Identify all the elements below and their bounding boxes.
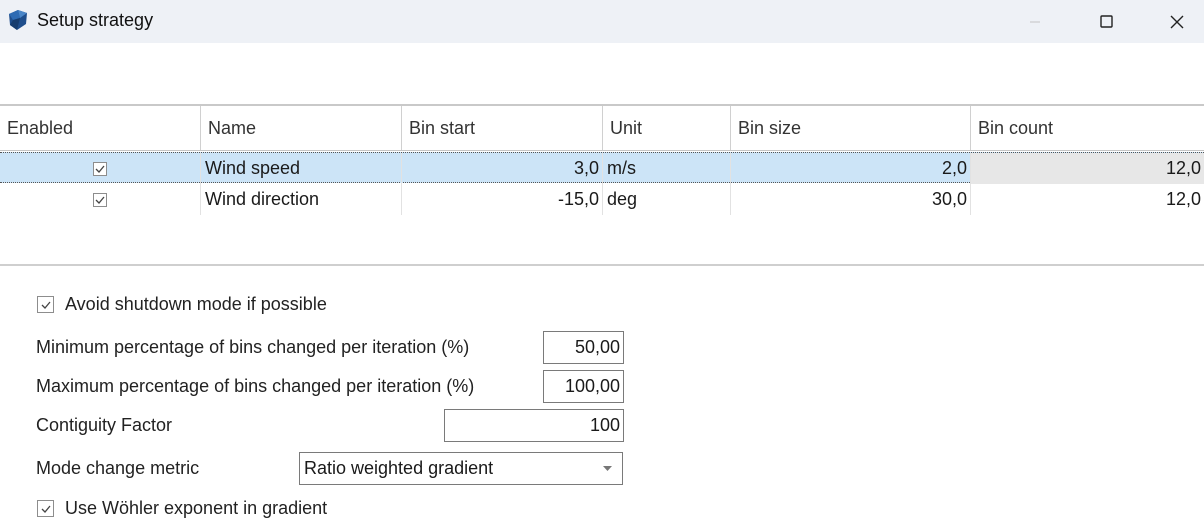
- grid-header: Enabled Name Bin start Unit Bin size Bin…: [0, 106, 1204, 151]
- use-wohler-label: Use Wöhler exponent in gradient: [65, 498, 328, 518]
- column-header-enabled[interactable]: Enabled: [0, 106, 201, 150]
- use-wohler-option[interactable]: Use Wöhler exponent in gradient: [37, 498, 327, 519]
- enabled-cell[interactable]: [0, 153, 201, 184]
- bin-start-cell[interactable]: -15,0: [402, 184, 603, 215]
- checkmark-icon: [95, 165, 105, 173]
- column-header-name[interactable]: Name: [201, 106, 402, 150]
- bins-grid: Enabled Name Bin start Unit Bin size Bin…: [0, 104, 1204, 266]
- column-header-unit[interactable]: Unit: [603, 106, 731, 150]
- title-bar: Setup strategy: [0, 0, 1204, 43]
- unit-cell[interactable]: m/s: [603, 153, 731, 184]
- min-pct-label: Minimum percentage of bins changed per i…: [36, 337, 470, 357]
- maximize-button[interactable]: [1071, 0, 1141, 43]
- checkmark-icon: [41, 301, 50, 309]
- enabled-checkbox[interactable]: [93, 192, 107, 207]
- contiguity-input[interactable]: 100: [444, 409, 624, 442]
- avoid-shutdown-checkbox[interactable]: [37, 296, 54, 313]
- checkmark-icon: [95, 196, 105, 204]
- bin-start-cell[interactable]: 3,0: [402, 153, 603, 184]
- minimize-icon: [1030, 21, 1040, 22]
- enabled-cell[interactable]: [0, 184, 201, 215]
- column-header-bin-start[interactable]: Bin start: [402, 106, 603, 150]
- close-button[interactable]: [1142, 0, 1204, 43]
- mode-metric-select[interactable]: Ratio weighted gradient: [299, 452, 623, 485]
- mode-metric-value: Ratio weighted gradient: [304, 458, 494, 478]
- name-cell[interactable]: Wind speed: [201, 153, 402, 184]
- table-row[interactable]: Wind direction -15,0 deg 30,0 12,0: [0, 184, 1204, 215]
- bin-count-cell: 12,0: [971, 153, 1204, 184]
- bin-size-cell[interactable]: 30,0: [731, 184, 971, 215]
- unit-cell[interactable]: deg: [603, 184, 731, 215]
- enabled-checkbox[interactable]: [93, 161, 107, 176]
- name-cell[interactable]: Wind direction: [201, 184, 402, 215]
- checkmark-icon: [41, 505, 50, 513]
- max-pct-label: Maximum percentage of bins changed per i…: [36, 376, 475, 396]
- avoid-shutdown-label: Avoid shutdown mode if possible: [65, 294, 327, 314]
- dropdown-arrow-icon[interactable]: [603, 453, 612, 484]
- column-header-bin-size[interactable]: Bin size: [731, 106, 971, 150]
- minimize-button[interactable]: [1000, 0, 1070, 43]
- table-row[interactable]: Wind speed 3,0 m/s 2,0 12,0: [0, 152, 1204, 184]
- max-pct-input[interactable]: 100,00: [543, 370, 624, 403]
- avoid-shutdown-option[interactable]: Avoid shutdown mode if possible: [37, 294, 327, 315]
- use-wohler-checkbox[interactable]: [37, 500, 54, 517]
- maximize-icon: [1099, 15, 1113, 28]
- mode-metric-label: Mode change metric: [36, 458, 200, 478]
- app-logo-icon: [9, 10, 27, 30]
- min-pct-input[interactable]: 50,00: [543, 331, 624, 364]
- column-header-bin-count[interactable]: Bin count: [971, 106, 1204, 150]
- window-title: Setup strategy: [37, 10, 154, 30]
- contiguity-label: Contiguity Factor: [36, 415, 173, 435]
- bin-size-cell[interactable]: 2,0: [731, 153, 971, 184]
- bin-count-cell: 12,0: [1165, 189, 1201, 209]
- close-icon: [1170, 15, 1184, 28]
